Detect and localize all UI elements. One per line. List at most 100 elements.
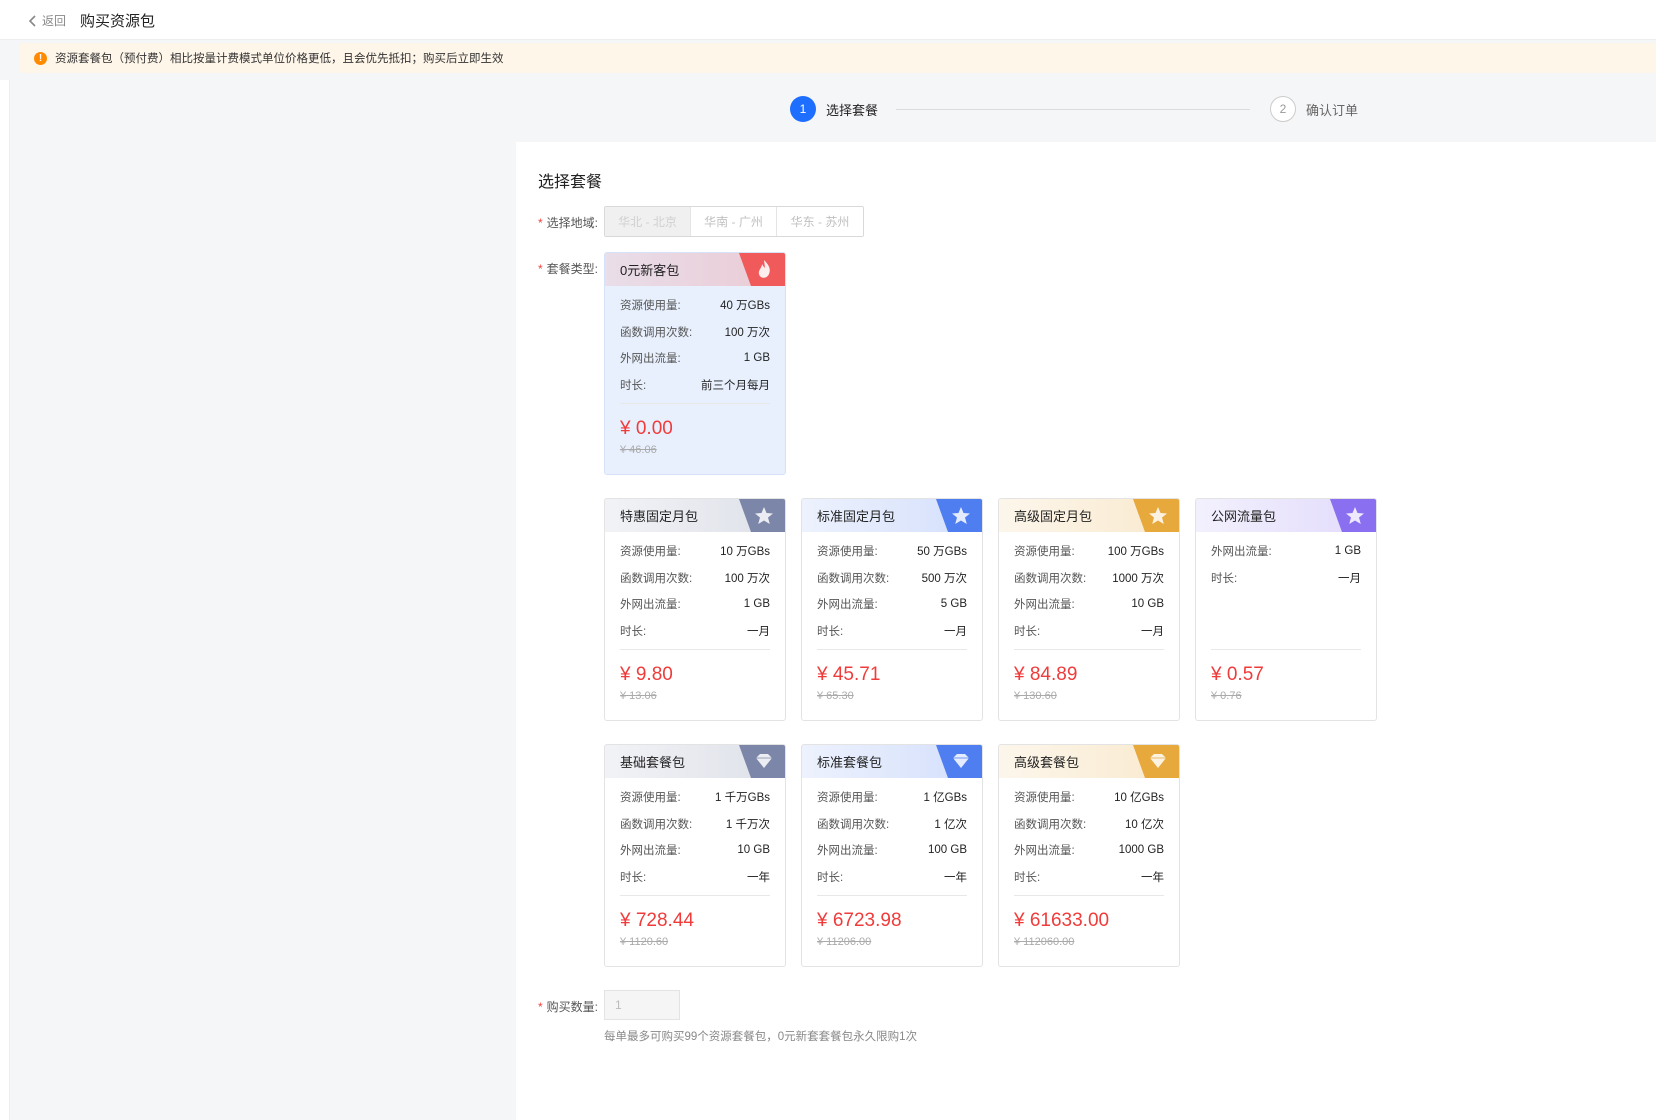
package-card[interactable]: 0元新客包 资源使用量: 40 万GBs 函数调用次数: 100 万次 外网出流量: 1 G… [604,252,786,475]
spec-key: 资源使用量: [620,792,681,805]
spec-value: 1 千万次 [725,818,770,831]
region-option-suzhou[interactable]: 华东 - 苏州 [777,207,863,236]
quantity-hint: 每单最多可购买99个资源套餐包，0元新套套餐包永久限购1次 [604,1031,918,1043]
package-card[interactable]: 标准套餐包 资源使用量: 1 亿GBs 函数调用次数: 1 亿次 外网出流量: 100 GB… [801,744,983,967]
flame-icon [729,253,785,286]
step-label: 确认订单 [1306,102,1359,118]
package-spec-list: 资源使用量: 40 万GBs 函数调用次数: 100 万次 外网出流量: 1 GB 时长: 前… [620,286,770,404]
back-link[interactable]: 返回 [28,12,66,29]
package-spec-row: 函数调用次数: 500 万次 [817,565,967,592]
warning-icon: ! [34,51,47,65]
region-label: * 选择地域: [538,216,599,230]
package-spec-row: 资源使用量: 40 万GBs [620,292,770,319]
spec-value: 1000 GB [1118,844,1164,857]
quantity-input[interactable]: 1 [604,990,680,1020]
package-original-price: ¥ 11206.00 [817,936,872,948]
package-card-body: 资源使用量: 100 万GBs 函数调用次数: 1000 万次 外网出流量: 10 GB 时… [999,532,1179,702]
package-price: ¥ 84.89 [1014,664,1078,685]
spec-key: 外网出流量: [620,845,681,858]
package-name: 高级套餐包 [1014,755,1080,770]
spec-key: 时长: [1014,625,1041,638]
spec-value: 1000 万次 [1112,572,1164,585]
package-spec-row: 外网出流量: 1 GB [1211,538,1361,565]
package-price: ¥ 0.00 [620,418,673,439]
spec-key: 外网出流量: [620,353,681,366]
package-card[interactable]: 基础套餐包 资源使用量: 1 千万GBs 函数调用次数: 1 千万次 外网出流量: 10 G… [604,744,786,967]
package-spec-row: 外网出流量: 5 GB [817,591,967,618]
spec-key: 外网出流量: [817,599,878,612]
package-spec-row: 时长: 一月 [817,618,967,645]
diamond-icon [729,745,785,778]
diamond-icon [926,745,982,778]
package-spec-row: 时长: 一年 [1014,864,1164,891]
package-original-price: ¥ 1120.60 [620,936,669,948]
package-original-price: ¥ 46.06 [620,444,657,456]
package-spec-row: 资源使用量: 100 万GBs [1014,538,1164,565]
spec-value: 100 万次 [724,572,770,585]
spec-key: 外网出流量: [1211,546,1272,559]
star-icon [926,499,982,532]
notice-text: 资源套餐包（预付费）相比按量计费模式单位价格更低，且会优先抵扣；购买后立即生效 [55,53,504,65]
package-spec-list: 资源使用量: 10 亿GBs 函数调用次数: 10 亿次 外网出流量: 1000 GB 时长… [1014,778,1164,896]
package-card-header: 公网流量包 [1196,499,1376,532]
package-spec-row: 时长: 一月 [1211,565,1361,592]
panel-title: 选择套餐 [538,174,603,191]
package-price: ¥ 0.57 [1211,664,1264,685]
package-card[interactable]: 公网流量包 外网出流量: 1 GB 时长: 一月 ¥ 0.57 ¥ 0.76 [1195,498,1377,721]
package-spec-row: 函数调用次数: 1000 万次 [1014,565,1164,592]
package-price: ¥ 6723.98 [817,910,902,931]
spec-value: 1 GB [743,598,770,611]
package-spec-row: 时长: 一年 [817,864,967,891]
package-name: 0元新客包 [620,263,680,278]
package-card-body: 资源使用量: 10 亿GBs 函数调用次数: 10 亿次 外网出流量: 1000 GB 时长… [999,778,1179,948]
spec-value: 10 GB [737,844,770,857]
spec-value: 100 GB [928,844,967,857]
quantity-label: * 购买数量: [538,1000,599,1014]
spec-key: 资源使用量: [817,546,878,559]
spec-key: 时长: [620,625,647,638]
package-card[interactable]: 高级固定月包资源使用量: 100 万GBs 函数调用次数: 1000 万次 外网出流量:… [998,498,1180,721]
spec-key: 资源使用量: [620,300,681,313]
package-spec-list: 资源使用量: 50 万GBs 函数调用次数: 500 万次 外网出流量: 5 GB 时长: 一… [817,532,967,650]
package-spec-row: 外网出流量: 100 GB [817,837,967,864]
spec-value: 500 万次 [921,572,967,585]
package-card[interactable]: 特惠固定月包 资源使用量: 10 万GBs 函数调用次数: 100 万次 外网出流量: 1 … [604,498,786,721]
package-spec-row: 外网出流量: 10 GB [620,837,770,864]
spec-value: 前三个月每月 [701,379,770,392]
spec-value: 10 亿GBs [1114,792,1164,805]
step-label: 选择套餐 [826,102,879,118]
spec-key: 函数调用次数: [620,572,693,585]
region-option-guangzhou[interactable]: 华南 - 广州 [691,207,777,236]
spec-key: 外网出流量: [1014,845,1075,858]
package-card-body: 资源使用量: 1 亿GBs 函数调用次数: 1 亿次 外网出流量: 100 GB 时长: 一年… [802,778,982,948]
package-spec-row: 函数调用次数: 100 万次 [620,565,770,592]
package-spec-row: 外网出流量: 1 GB [620,591,770,618]
package-card-body: 外网出流量: 1 GB 时长: 一月 ¥ 0.57 ¥ 0.76 [1196,532,1376,702]
package-spec-row: 时长: 一年 [620,864,770,891]
spec-key: 资源使用量: [1014,792,1075,805]
package-name: 公网流量包 [1211,509,1277,524]
package-spec-row: 函数调用次数: 100 万次 [620,319,770,346]
spec-value: 1 亿GBs [923,792,967,805]
spec-value: 10 GB [1131,598,1164,611]
package-spec-row: 时长: 一月 [1014,618,1164,645]
package-name: 特惠固定月包 [620,509,699,524]
package-card-header: 特惠固定月包 [605,499,785,532]
package-card[interactable]: 高级套餐包 资源使用量: 10 亿GBs 函数调用次数: 10 亿次 外网出流量: 1000… [998,744,1180,967]
package-spec-row: 外网出流量: 10 GB [1014,591,1164,618]
spec-key: 资源使用量: [1014,546,1075,559]
spec-value: 1 GB [1334,545,1361,558]
step-number: 1 [790,96,816,122]
package-name: 高级固定月包 [1014,509,1093,524]
top-bar: 返回 购买资源包 [0,0,1656,40]
spec-value: 一月 [1338,572,1361,585]
package-price: ¥ 728.44 [620,910,694,931]
chevron-left-icon [28,14,36,27]
package-spec-row: 外网出流量: 1000 GB [1014,837,1164,864]
package-spec-list: 资源使用量: 10 万GBs 函数调用次数: 100 万次 外网出流量: 1 GB 时长: 一… [620,532,770,650]
spec-key: 资源使用量: [620,546,681,559]
spec-value: 5 GB [940,598,967,611]
spec-key: 时长: [817,871,844,884]
package-card[interactable]: 标准固定月包 资源使用量: 50 万GBs 函数调用次数: 500 万次 外网出流量: 5 … [801,498,983,721]
region-option-beijing[interactable]: 华北 - 北京 [605,207,691,236]
